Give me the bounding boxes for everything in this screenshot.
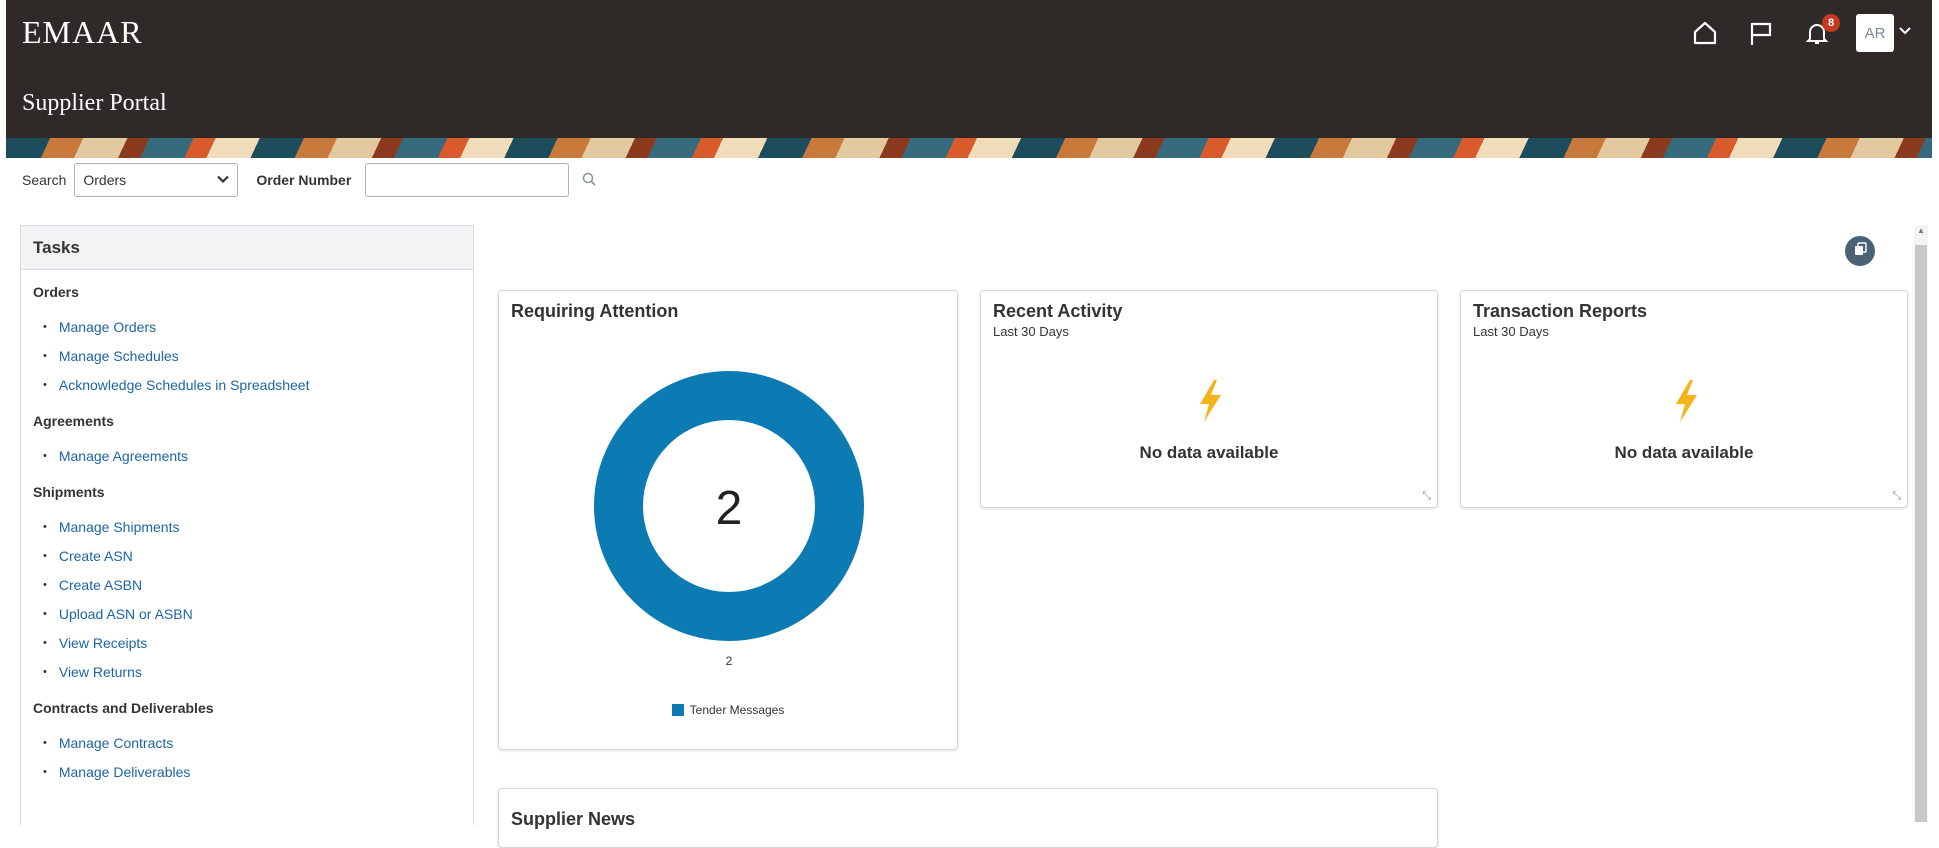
- task-group-agreements: Agreements • Manage Agreements: [21, 399, 473, 470]
- no-data-message: No data available: [1614, 443, 1754, 462]
- emaar-logo[interactable]: EMAAR: [22, 14, 143, 51]
- scrollbar-thumb[interactable]: [1915, 245, 1927, 822]
- task-link-manage-contracts[interactable]: • Manage Contracts: [43, 728, 473, 757]
- search-bar: Search Orders Order Number: [22, 162, 601, 198]
- legend-label: Tender Messages: [689, 703, 785, 717]
- bullet: •: [43, 636, 47, 649]
- chevron-down-icon: [217, 172, 230, 188]
- tasks-panel-title[interactable]: Tasks: [21, 226, 473, 270]
- task-link-label[interactable]: Acknowledge Schedules in Spreadsheet: [59, 377, 310, 393]
- user-menu[interactable]: AR: [1856, 14, 1912, 52]
- card-subtitle: Last 30 Days: [1473, 324, 1549, 339]
- task-link-manage-schedules[interactable]: • Manage Schedules: [43, 341, 473, 370]
- order-number-label: Order Number: [256, 172, 352, 188]
- bullet: •: [43, 378, 47, 391]
- notifications-count-badge: 8: [1822, 14, 1840, 32]
- bullet: •: [43, 578, 47, 591]
- resize-handle-icon[interactable]: ⤡: [1892, 490, 1901, 503]
- chevron-down-icon[interactable]: [1898, 24, 1912, 43]
- supplier-news-card: Supplier News: [498, 788, 1438, 848]
- task-link-create-asn[interactable]: • Create ASN: [43, 541, 473, 570]
- task-link-label[interactable]: Create ASBN: [59, 577, 142, 593]
- task-group-orders: Orders • Manage Orders • Manage Schedules …: [21, 270, 473, 399]
- search-icon[interactable]: [579, 169, 601, 191]
- task-link-label[interactable]: Manage Orders: [59, 319, 156, 335]
- bullet: •: [43, 449, 47, 462]
- bullet: •: [43, 549, 47, 562]
- card-title: Supplier News: [511, 809, 636, 829]
- no-data-message: No data available: [1139, 443, 1279, 462]
- task-link-label[interactable]: Manage Deliverables: [59, 764, 191, 780]
- task-link-create-asbn[interactable]: • Create ASBN: [43, 570, 473, 599]
- requiring-attention-card: Requiring Attention 22 Tender Messages: [498, 290, 958, 750]
- card-title: Requiring Attention: [511, 301, 679, 321]
- card-subtitle: Last 30 Days: [993, 324, 1069, 339]
- task-link-label[interactable]: Manage Shipments: [59, 519, 180, 535]
- task-link-view-returns[interactable]: • View Returns: [43, 657, 473, 686]
- task-link-label[interactable]: View Returns: [59, 664, 142, 680]
- search-label: Search: [22, 172, 67, 188]
- donut-center-total: 2: [716, 482, 743, 535]
- transaction-reports-card: Transaction Reports Last 30 Days No data…: [1460, 290, 1908, 508]
- task-group-contracts: Contracts and Deliverables • Manage Contr…: [21, 686, 473, 786]
- lightning-bolt-icon: [1200, 380, 1221, 422]
- task-link-label[interactable]: View Receipts: [59, 635, 147, 651]
- order-number-input[interactable]: [365, 163, 570, 197]
- notifications-bell-icon[interactable]: 8: [1800, 14, 1840, 50]
- card-title: Recent Activity: [993, 301, 1123, 321]
- task-link-manage-orders[interactable]: • Manage Orders: [43, 312, 473, 341]
- card-title: Transaction Reports: [1473, 301, 1648, 321]
- bullet: •: [43, 665, 47, 678]
- bullet: •: [43, 349, 47, 362]
- requiring-attention-donut-chart[interactable]: 22: [499, 331, 959, 731]
- bullet: •: [43, 320, 47, 333]
- header-toolbar: 8 AR: [1688, 14, 1912, 52]
- stacked-pages-icon: [1852, 241, 1868, 262]
- page-title: Supplier Portal: [22, 90, 167, 116]
- task-group-title: Agreements: [33, 413, 114, 429]
- page: EMAAR Supplier Portal 8 AR Search Orders…: [0, 0, 1939, 848]
- personalize-button[interactable]: [1845, 236, 1875, 266]
- lightning-bolt-icon: [1676, 380, 1697, 422]
- decorative-banner: [6, 138, 1932, 158]
- bullet: •: [43, 736, 47, 749]
- task-link-label[interactable]: Create ASN: [59, 548, 133, 564]
- flag-icon[interactable]: [1744, 16, 1778, 50]
- task-group-shipments: Shipments • Manage Shipments • Create ASN …: [21, 470, 473, 686]
- task-group-title: Shipments: [33, 484, 105, 500]
- chart-legend[interactable]: Tender Messages: [499, 703, 957, 717]
- tasks-panel: Tasks Orders • Manage Orders • Manage Sche…: [20, 225, 474, 825]
- avatar[interactable]: AR: [1856, 14, 1894, 52]
- task-link-view-receipts[interactable]: • View Receipts: [43, 628, 473, 657]
- bullet: •: [43, 765, 47, 778]
- bullet: •: [43, 607, 47, 620]
- task-link-upload-asn[interactable]: • Upload ASN or ASBN: [43, 599, 473, 628]
- scroll-up-arrow-icon[interactable]: ▲: [1915, 226, 1927, 240]
- bullet: •: [43, 520, 47, 533]
- task-link-acknowledge-schedules[interactable]: • Acknowledge Schedules in Spreadsheet: [43, 370, 473, 399]
- home-icon[interactable]: [1688, 16, 1722, 50]
- task-link-label[interactable]: Manage Contracts: [59, 735, 173, 751]
- task-group-title: Contracts and Deliverables: [33, 700, 214, 716]
- resize-handle-icon[interactable]: ⤡: [1422, 490, 1431, 503]
- search-type-value: Orders: [83, 172, 127, 188]
- task-group-title: Orders: [33, 284, 79, 300]
- task-link-label[interactable]: Upload ASN or ASBN: [59, 606, 193, 622]
- task-link-manage-deliverables[interactable]: • Manage Deliverables: [43, 757, 473, 786]
- global-header: EMAAR Supplier Portal 8 AR: [6, 0, 1932, 138]
- task-link-manage-shipments[interactable]: • Manage Shipments: [43, 512, 473, 541]
- recent-activity-card: Recent Activity Last 30 Days No data ava…: [980, 290, 1438, 508]
- search-type-select[interactable]: Orders: [74, 163, 239, 197]
- legend-swatch: [671, 704, 684, 716]
- task-link-label[interactable]: Manage Agreements: [59, 448, 188, 464]
- task-link-manage-agreements[interactable]: • Manage Agreements: [43, 441, 473, 470]
- donut-slice-value-label: 2: [726, 654, 733, 668]
- task-link-label[interactable]: Manage Schedules: [59, 348, 179, 364]
